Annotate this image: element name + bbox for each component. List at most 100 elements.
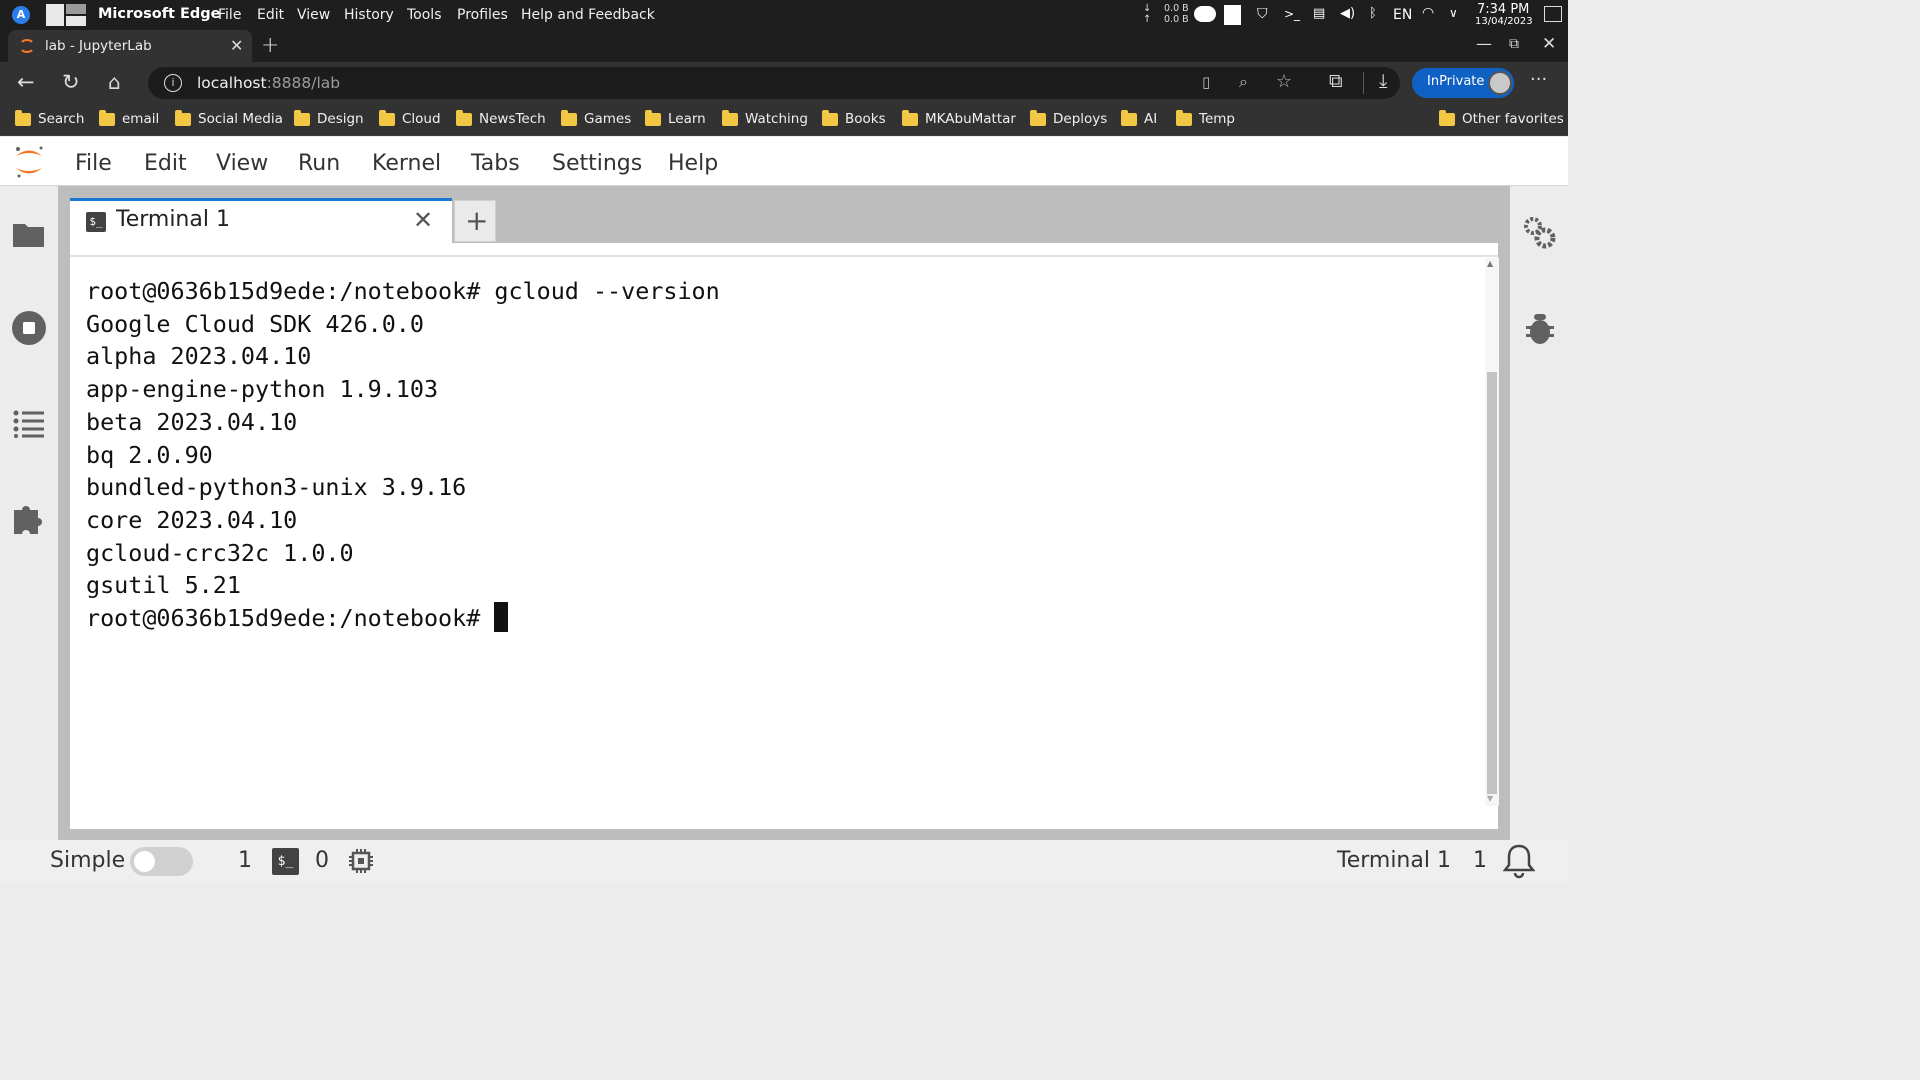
close-tab-icon[interactable]: ✕ bbox=[413, 206, 433, 234]
terminal-prompt: root@0636b15d9ede:/notebook# bbox=[86, 604, 495, 633]
extensions-icon[interactable]: ⧉ bbox=[1329, 70, 1343, 92]
language-indicator[interactable]: EN bbox=[1393, 7, 1412, 23]
fav-books[interactable]: Books bbox=[822, 109, 886, 127]
os-menu-help-feedback[interactable]: Help and Feedback bbox=[521, 7, 655, 23]
folder-icon bbox=[822, 109, 838, 126]
fav-design[interactable]: Design bbox=[294, 109, 364, 127]
launcher-icon[interactable]: A bbox=[12, 6, 30, 24]
notifications-count[interactable]: 1 bbox=[1473, 848, 1487, 873]
jp-menu-run[interactable]: Run bbox=[298, 151, 340, 176]
fav-watching[interactable]: Watching bbox=[722, 109, 808, 127]
restore-icon[interactable]: ⧉ bbox=[1509, 36, 1519, 52]
new-browser-tab-icon[interactable]: + bbox=[261, 33, 279, 58]
close-tab-icon[interactable]: ✕ bbox=[230, 36, 243, 55]
tab-terminal-1[interactable]: $_ Terminal 1 ✕ bbox=[70, 198, 452, 243]
chevron-down-icon[interactable]: ∨ bbox=[1449, 6, 1458, 20]
table-of-contents-list-icon[interactable] bbox=[13, 410, 45, 438]
bluetooth-icon[interactable]: ᛒ bbox=[1369, 6, 1377, 21]
folder-icon bbox=[1176, 109, 1192, 126]
folder-icon bbox=[902, 109, 918, 126]
folder-icon bbox=[99, 109, 115, 126]
jp-menu-view[interactable]: View bbox=[216, 151, 268, 176]
os-menu-history[interactable]: History bbox=[344, 7, 394, 23]
shield-icon[interactable]: ⛉ bbox=[1257, 6, 1268, 22]
show-desktop-icon[interactable] bbox=[1544, 6, 1562, 22]
jp-menu-tabs[interactable]: Tabs bbox=[471, 151, 520, 176]
terminal-output[interactable]: root@0636b15d9ede:/notebook# gcloud --ve… bbox=[86, 275, 720, 635]
terminal-line: root@0636b15d9ede:/notebook# gcloud --ve… bbox=[86, 277, 720, 305]
fav-other-favorites[interactable]: Other favorites bbox=[1439, 109, 1564, 127]
volume-icon[interactable]: ◀) bbox=[1340, 6, 1355, 21]
workspace-switcher-icon[interactable] bbox=[46, 4, 86, 26]
net-arrows-icon: ↓ ↑ bbox=[1143, 3, 1152, 25]
fav-email[interactable]: email bbox=[99, 109, 159, 127]
site-info-icon[interactable]: i bbox=[164, 74, 182, 92]
os-menu-view[interactable]: View bbox=[297, 7, 330, 23]
clipboard-icon[interactable]: ▤ bbox=[1313, 6, 1325, 21]
jp-menu-settings[interactable]: Settings bbox=[552, 151, 642, 176]
cloud-icon[interactable] bbox=[1194, 6, 1216, 22]
terminals-count[interactable]: 1 bbox=[238, 848, 252, 873]
fav-label: Temp bbox=[1199, 111, 1235, 127]
terminal-scroll-thumb[interactable] bbox=[1487, 372, 1497, 794]
address-bar[interactable]: i localhost:8888/lab ▯ ⌕ ☆ bbox=[148, 67, 1400, 99]
fav-social-media[interactable]: Social Media bbox=[175, 109, 283, 127]
back-icon[interactable]: ← bbox=[17, 70, 35, 94]
close-window-icon[interactable]: ✕ bbox=[1542, 34, 1556, 54]
simple-mode-toggle[interactable] bbox=[130, 847, 193, 876]
jp-menu-edit[interactable]: Edit bbox=[144, 151, 187, 176]
os-menu-profiles[interactable]: Profiles bbox=[457, 7, 508, 23]
fav-newstech[interactable]: NewsTech bbox=[456, 109, 546, 127]
clock-time[interactable]: 7:34 PM bbox=[1477, 2, 1529, 17]
scroll-up-arrow-icon[interactable]: ▲ bbox=[1487, 259, 1493, 268]
jupyter-logo-icon bbox=[12, 143, 46, 181]
inprivate-label: InPrivate bbox=[1427, 74, 1485, 89]
jp-menu-kernel[interactable]: Kernel bbox=[372, 151, 441, 176]
jp-menu-help[interactable]: Help bbox=[668, 151, 718, 176]
home-icon[interactable]: ⌂ bbox=[108, 70, 121, 94]
jp-menu-file[interactable]: File bbox=[75, 151, 112, 176]
terminal-tray-icon[interactable]: >_ bbox=[1284, 7, 1300, 21]
fav-cloud[interactable]: Cloud bbox=[379, 109, 441, 127]
fav-deploys[interactable]: Deploys bbox=[1030, 109, 1107, 127]
notification-bell-icon[interactable] bbox=[1503, 843, 1535, 879]
property-inspector-gears-icon[interactable] bbox=[1522, 215, 1558, 251]
fav-search[interactable]: Search bbox=[15, 109, 84, 127]
active-document-label: Terminal 1 bbox=[1337, 848, 1451, 873]
debugger-bug-icon[interactable] bbox=[1524, 312, 1556, 346]
inprivate-button[interactable]: InPrivate bbox=[1412, 68, 1514, 98]
terminal-prompt-line[interactable]: root@0636b15d9ede:/notebook# bbox=[86, 602, 720, 635]
terminal-status-icon[interactable]: $_ bbox=[272, 848, 299, 875]
notes-icon[interactable] bbox=[1224, 5, 1241, 25]
minimize-icon[interactable]: — bbox=[1476, 34, 1492, 53]
wifi-icon[interactable]: ◠ bbox=[1422, 5, 1434, 21]
reading-view-icon[interactable]: ▯ bbox=[1202, 73, 1210, 91]
os-menu-tools[interactable]: Tools bbox=[407, 7, 442, 23]
favorite-star-icon[interactable]: ☆ bbox=[1276, 71, 1292, 92]
scroll-down-arrow-icon[interactable]: ▼ bbox=[1487, 794, 1493, 803]
kernels-count[interactable]: 0 bbox=[315, 848, 329, 873]
terminal-line: bq 2.0.90 bbox=[86, 440, 213, 469]
clock-date: 13/04/2023 bbox=[1475, 16, 1533, 27]
terminal-tab-icon: $_ bbox=[86, 212, 106, 232]
extension-manager-puzzle-icon[interactable] bbox=[11, 500, 47, 536]
running-sessions-stop-icon[interactable] bbox=[11, 310, 47, 346]
fav-label: Other favorites bbox=[1462, 111, 1564, 127]
more-options-icon[interactable]: ··· bbox=[1530, 69, 1547, 90]
file-browser-folder-icon[interactable] bbox=[12, 220, 46, 250]
os-menu-file[interactable]: File bbox=[218, 7, 241, 23]
os-menu-edit[interactable]: Edit bbox=[257, 7, 284, 23]
refresh-icon[interactable]: ↻ bbox=[62, 70, 80, 94]
fav-temp[interactable]: Temp bbox=[1176, 109, 1235, 127]
new-launcher-button[interactable]: + bbox=[454, 200, 496, 242]
fav-mkabumattar[interactable]: MKAbuMattar bbox=[902, 109, 1016, 127]
app-name: Microsoft Edge bbox=[98, 6, 221, 22]
fav-games[interactable]: Games bbox=[561, 109, 631, 127]
kernel-chip-icon[interactable] bbox=[348, 848, 374, 874]
fav-ai[interactable]: AI bbox=[1121, 109, 1157, 127]
zoom-icon[interactable]: ⌕ bbox=[1239, 72, 1248, 92]
url-text[interactable]: localhost:8888/lab bbox=[197, 74, 340, 92]
browser-tab[interactable]: lab - JupyterLab ✕ bbox=[8, 30, 252, 62]
downloads-icon[interactable]: ⤓ bbox=[1379, 70, 1387, 92]
fav-learn[interactable]: Learn bbox=[645, 109, 706, 127]
